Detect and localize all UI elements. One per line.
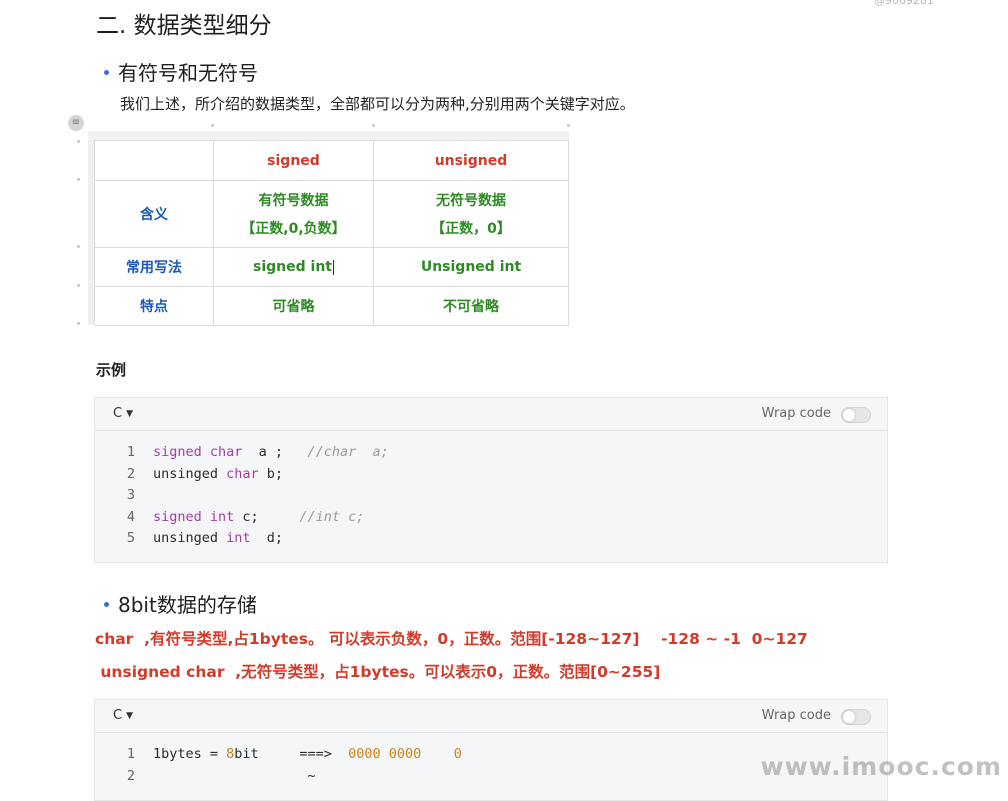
signed-unsigned-table: signed unsigned 含义 有符号数据 【正数,0,负数】 无符号数据… bbox=[94, 140, 569, 326]
toggle-knob bbox=[843, 711, 855, 723]
table-row: 特点 可省略 不可省略 bbox=[94, 286, 569, 326]
cell-signed-meaning[interactable]: 有符号数据 【正数,0,负数】 bbox=[213, 180, 374, 248]
table-header-row: signed unsigned bbox=[94, 140, 569, 181]
line-number: 1 bbox=[126, 746, 135, 762]
row-handle[interactable] bbox=[77, 140, 80, 143]
code-token: 0 bbox=[453, 746, 462, 762]
table-row: 含义 有符号数据 【正数,0,负数】 无符号数据 【正数，0】 bbox=[94, 180, 569, 248]
code-token: char bbox=[226, 465, 259, 482]
line-number: 3 bbox=[126, 487, 135, 503]
subsection-title: 有符号和无符号 bbox=[118, 61, 258, 85]
line-number: 2 bbox=[126, 767, 135, 784]
cell-text: signed int bbox=[253, 259, 332, 275]
cell-line: 【正数,0,负数】 bbox=[241, 221, 346, 237]
code-lines[interactable]: 1 signed char a ; //char a; 2 unsinged char… bbox=[95, 431, 887, 550]
code-token: b; bbox=[258, 465, 284, 482]
code-token: unsinged bbox=[153, 530, 227, 546]
language-select[interactable]: C ▼ bbox=[113, 406, 133, 421]
code-line: 2 unsinged char b; bbox=[95, 464, 887, 486]
code-token: a ; bbox=[242, 444, 308, 460]
code-token: bit ===> bbox=[234, 746, 349, 762]
header-unsigned[interactable]: unsigned bbox=[373, 140, 569, 181]
code-toolbar: C ▼ Wrap code bbox=[95, 700, 887, 733]
wrap-code-label: Wrap code bbox=[761, 708, 831, 723]
row-handle[interactable] bbox=[77, 284, 80, 287]
caret-down-icon: ▼ bbox=[126, 409, 133, 419]
cell-unsigned-usage[interactable]: Unsigned int bbox=[373, 247, 569, 287]
code-token: unsinged bbox=[153, 465, 227, 482]
language-label: C bbox=[113, 406, 123, 421]
note-line-char: char ,有符号类型,占1bytes。 可以表示负数，0，正数。范围[-128… bbox=[95, 630, 808, 648]
line-number: 4 bbox=[126, 508, 135, 525]
table-corner-cell[interactable] bbox=[94, 140, 214, 181]
code-token: signed int bbox=[153, 508, 235, 525]
table-row: 常用写法 signed int Unsigned int bbox=[94, 247, 569, 287]
row-handle[interactable] bbox=[77, 178, 80, 181]
cell-signed-usage[interactable]: signed int bbox=[213, 247, 374, 287]
code-token: //int c; bbox=[299, 508, 365, 525]
column-handle[interactable] bbox=[372, 124, 375, 127]
column-handle[interactable] bbox=[567, 124, 570, 127]
cell-unsigned-feature[interactable]: 不可省略 bbox=[373, 286, 569, 326]
cell-unsigned-meaning[interactable]: 无符号数据 【正数，0】 bbox=[373, 180, 569, 248]
toggle-knob bbox=[843, 409, 855, 421]
table-menu-icon[interactable]: ≡ bbox=[68, 115, 84, 131]
line-number: 5 bbox=[126, 530, 135, 546]
cell-line: 无符号数据 bbox=[436, 193, 506, 209]
cell-line: 有符号数据 bbox=[258, 193, 329, 209]
code-token: d; bbox=[250, 530, 284, 546]
example-heading: 示例 bbox=[96, 361, 127, 379]
line-number: 2 bbox=[126, 465, 135, 482]
row-handle[interactable] bbox=[77, 245, 80, 248]
section-heading: 二. 数据类型细分 bbox=[96, 13, 272, 39]
row-label-usage[interactable]: 常用写法 bbox=[94, 247, 214, 287]
code-line: 4 signed int c; //int c; bbox=[95, 507, 887, 529]
row-label-feature[interactable]: 特点 bbox=[94, 286, 214, 326]
row-label-meaning[interactable]: 含义 bbox=[94, 180, 214, 248]
code-token: int bbox=[226, 530, 251, 546]
subsection-heading-signed: 有符号和无符号 bbox=[104, 57, 258, 86]
cell-signed-feature[interactable]: 可省略 bbox=[213, 286, 374, 326]
note-line-unsigned-char: unsigned char ,无符号类型，占1bytes。可以表示0，正数。范围… bbox=[95, 663, 661, 681]
text-cursor bbox=[332, 259, 334, 275]
subsection-title: 8bit数据的存储 bbox=[118, 593, 257, 617]
watermark: www.imooc.com bbox=[760, 752, 1002, 781]
code-block-1[interactable]: C ▼ Wrap code 1 signed char a ; //char a; 2… bbox=[94, 397, 888, 563]
column-handle[interactable] bbox=[211, 124, 214, 127]
language-select[interactable]: C ▼ bbox=[113, 708, 133, 723]
code-token: 0000 0000 bbox=[348, 746, 422, 762]
wrap-code-toggle[interactable] bbox=[841, 709, 871, 725]
code-token: c; bbox=[234, 508, 300, 525]
wrap-code-label: Wrap code bbox=[761, 406, 831, 421]
author-id: @9069281 bbox=[874, 0, 934, 7]
code-line: 5 unsinged int d; bbox=[95, 528, 887, 550]
language-label: C bbox=[113, 708, 123, 723]
subsection-heading-8bit: 8bit数据的存储 bbox=[104, 589, 257, 618]
caret-down-icon: ▼ bbox=[126, 711, 133, 721]
wrap-code-toggle[interactable] bbox=[841, 407, 871, 423]
code-token: ~ bbox=[153, 767, 316, 784]
code-block-2[interactable]: C ▼ Wrap code 1 1bytes = 8bit ===> 0000 00… bbox=[94, 699, 888, 801]
code-token: signed char bbox=[153, 444, 243, 460]
code-toolbar: C ▼ Wrap code bbox=[95, 398, 887, 431]
line-number: 1 bbox=[126, 444, 135, 460]
row-handle[interactable] bbox=[77, 322, 80, 325]
code-token: 1bytes = bbox=[153, 746, 227, 762]
code-line: 3 bbox=[95, 485, 887, 507]
cell-line: 【正数，0】 bbox=[431, 221, 511, 237]
intro-paragraph: 我们上述，所介绍的数据类型，全部都可以分为两种,分别用两个关键字对应。 bbox=[120, 95, 635, 113]
code-line: 1 signed char a ; //char a; bbox=[95, 442, 887, 464]
code-token: //char a; bbox=[307, 444, 389, 460]
table-column-bar[interactable] bbox=[88, 131, 569, 140]
header-signed[interactable]: signed bbox=[213, 140, 374, 181]
bullet-icon bbox=[104, 602, 109, 607]
bullet-icon bbox=[104, 70, 109, 75]
